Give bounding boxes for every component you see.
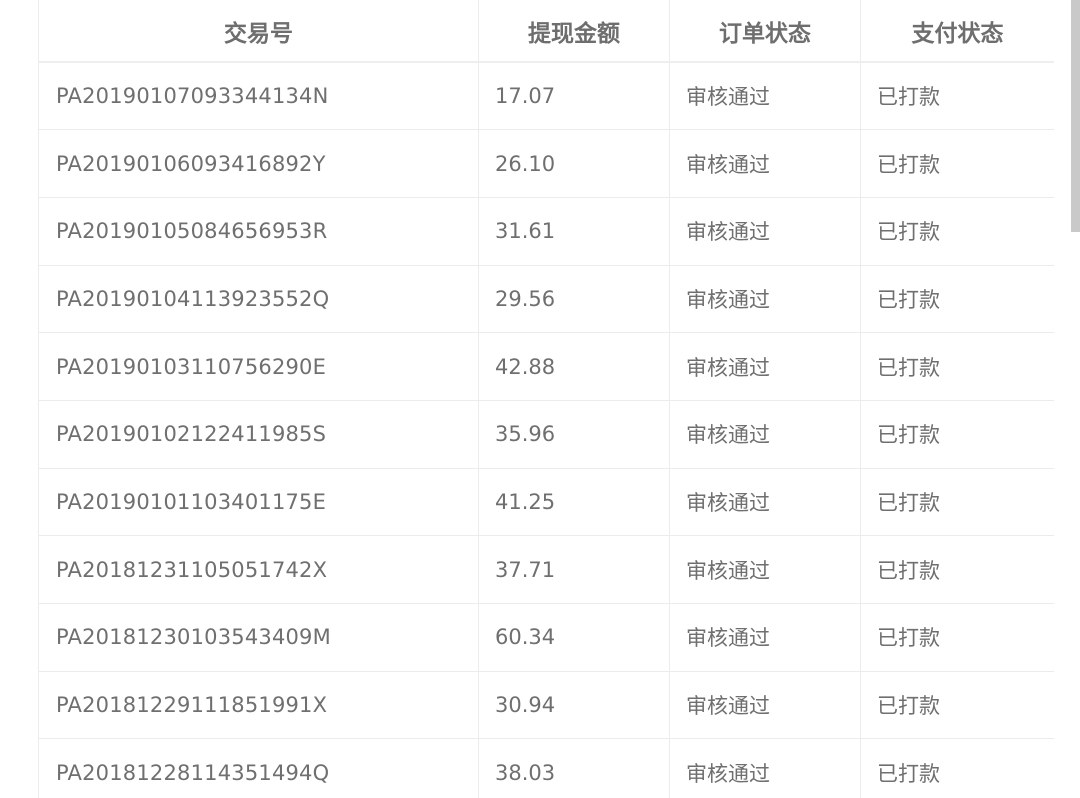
transaction-id-cell: PA20190105084656953R — [38, 196, 479, 266]
amount-cell: 42.88 — [478, 332, 670, 401]
amount-cell: 26.10 — [478, 129, 670, 198]
table-row: PA20181228114351494Q 38.03 审核通过 已打款 — [38, 738, 1054, 798]
payment-status-cell: 已打款 — [860, 535, 1054, 604]
amount-cell: 35.96 — [478, 399, 670, 469]
order-status-cell: 审核通过 — [669, 196, 861, 266]
order-status-cell: 审核通过 — [669, 603, 861, 672]
table-row: PA20190105084656953R 31.61 审核通过 已打款 — [38, 196, 1054, 266]
order-status-cell: 审核通过 — [669, 670, 861, 740]
amount-cell: 37.71 — [478, 535, 670, 604]
table-row: PA20190104113923552Q 29.56 审核通过 已打款 — [38, 264, 1054, 334]
withdrawal-table: 交易号 提现金额 订单状态 支付状态 PA20190107093344134N … — [38, 0, 1054, 798]
order-status-cell: 审核通过 — [669, 61, 861, 131]
column-header-withdrawal-amount: 提现金额 — [478, 0, 670, 63]
column-header-transaction-id: 交易号 — [38, 0, 479, 63]
table-row: PA20190107093344134N 17.07 审核通过 已打款 — [38, 61, 1054, 131]
table-row: PA20190102122411985S 35.96 审核通过 已打款 — [38, 399, 1054, 469]
order-status-cell: 审核通过 — [669, 467, 861, 537]
transaction-id-cell: PA20190106093416892Y — [38, 129, 479, 198]
transaction-id-cell: PA20181230103543409M — [38, 603, 479, 672]
amount-cell: 30.94 — [478, 670, 670, 740]
transaction-id-cell: PA20190103110756290E — [38, 332, 479, 401]
transaction-id-cell: PA20181231105051742X — [38, 535, 479, 604]
payment-status-cell: 已打款 — [860, 61, 1054, 131]
order-status-cell: 审核通过 — [669, 535, 861, 604]
payment-status-cell: 已打款 — [860, 332, 1054, 401]
table-row: PA20181229111851991X 30.94 审核通过 已打款 — [38, 670, 1054, 740]
table-row: PA20190101103401175E 41.25 审核通过 已打款 — [38, 467, 1054, 537]
transaction-id-cell: PA20181229111851991X — [38, 670, 479, 740]
amount-cell: 60.34 — [478, 603, 670, 672]
table-row: PA20190106093416892Y 26.10 审核通过 已打款 — [38, 129, 1054, 198]
payment-status-cell: 已打款 — [860, 264, 1054, 334]
order-status-cell: 审核通过 — [669, 264, 861, 334]
payment-status-cell: 已打款 — [860, 196, 1054, 266]
transaction-id-cell: PA20190104113923552Q — [38, 264, 479, 334]
amount-cell: 41.25 — [478, 467, 670, 537]
payment-status-cell: 已打款 — [860, 670, 1054, 740]
withdrawal-table-container: 交易号 提现金额 订单状态 支付状态 PA20190107093344134N … — [38, 0, 1054, 798]
payment-status-cell: 已打款 — [860, 738, 1054, 798]
payment-status-cell: 已打款 — [860, 129, 1054, 198]
order-status-cell: 审核通过 — [669, 399, 861, 469]
amount-cell: 17.07 — [478, 61, 670, 131]
transaction-id-cell: PA20181228114351494Q — [38, 738, 479, 798]
table-header-row: 交易号 提现金额 订单状态 支付状态 — [38, 0, 1054, 63]
table-row: PA20190103110756290E 42.88 审核通过 已打款 — [38, 332, 1054, 401]
amount-cell: 31.61 — [478, 196, 670, 266]
vertical-scrollbar-thumb[interactable] — [1071, 0, 1080, 232]
column-header-payment-status: 支付状态 — [860, 0, 1054, 63]
column-header-order-status: 订单状态 — [669, 0, 861, 63]
payment-status-cell: 已打款 — [860, 399, 1054, 469]
order-status-cell: 审核通过 — [669, 738, 861, 798]
payment-status-cell: 已打款 — [860, 603, 1054, 672]
amount-cell: 38.03 — [478, 738, 670, 798]
table-row: PA20181230103543409M 60.34 审核通过 已打款 — [38, 603, 1054, 672]
table-row: PA20181231105051742X 37.71 审核通过 已打款 — [38, 535, 1054, 604]
transaction-id-cell: PA20190102122411985S — [38, 399, 479, 469]
transaction-id-cell: PA20190101103401175E — [38, 467, 479, 537]
payment-status-cell: 已打款 — [860, 467, 1054, 537]
order-status-cell: 审核通过 — [669, 129, 861, 198]
amount-cell: 29.56 — [478, 264, 670, 334]
order-status-cell: 审核通过 — [669, 332, 861, 401]
transaction-id-cell: PA20190107093344134N — [38, 61, 479, 131]
